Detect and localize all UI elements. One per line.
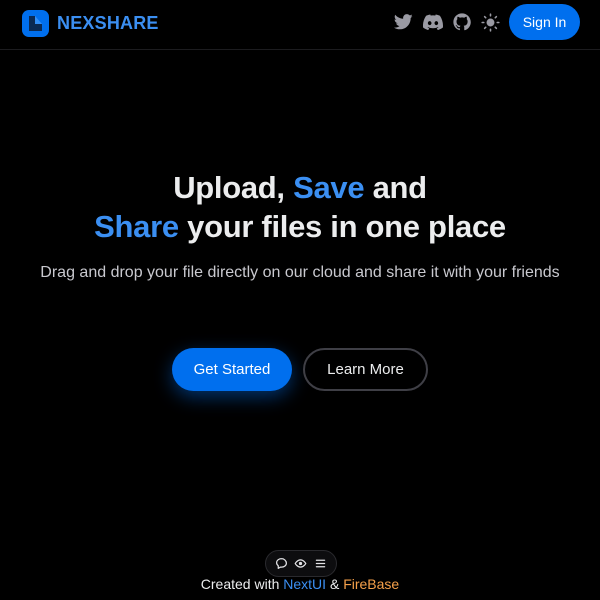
hero-title-part3: your files in one place — [178, 209, 506, 244]
github-icon[interactable] — [451, 12, 472, 33]
menu-icon[interactable] — [312, 556, 328, 572]
nextui-link[interactable]: NextUI — [283, 576, 326, 592]
hero-actions: Get Started Learn More — [172, 348, 428, 391]
hero-section: Upload, Save and Share your files in one … — [0, 168, 600, 285]
hero-title-part2: and — [364, 170, 428, 205]
hero-title: Upload, Save and Share your files in one … — [0, 168, 600, 246]
firebase-link[interactable]: FireBase — [343, 576, 399, 592]
footer-separator: & — [326, 576, 344, 592]
brand-link[interactable]: NEXSHARE — [22, 9, 159, 37]
nexshare-logo-icon — [22, 9, 49, 37]
footer-prefix: Created with — [200, 576, 284, 592]
theme-toggle-sun-icon[interactable] — [480, 12, 501, 33]
sign-in-button[interactable]: Sign In — [509, 4, 580, 40]
twitter-icon[interactable] — [393, 12, 414, 33]
hero-title-part1: Upload, — [173, 170, 294, 205]
eye-icon[interactable] — [293, 556, 309, 572]
navbar: NEXSHARE Sign In — [0, 0, 600, 50]
get-started-button[interactable]: Get Started — [172, 348, 292, 391]
hero-title-accent-save: Save — [293, 170, 365, 205]
hero-title-accent-share: Share — [94, 209, 179, 244]
comment-icon[interactable] — [274, 556, 290, 572]
discord-icon[interactable] — [422, 12, 443, 33]
hero-subtitle: Drag and drop your file directly on our … — [40, 264, 560, 281]
brand-name: NEXSHARE — [57, 12, 159, 33]
learn-more-button[interactable]: Learn More — [303, 348, 428, 391]
social-links — [393, 11, 501, 33]
footer: Created with NextUI & FireBase — [0, 574, 600, 594]
floating-toolbar — [265, 550, 337, 577]
